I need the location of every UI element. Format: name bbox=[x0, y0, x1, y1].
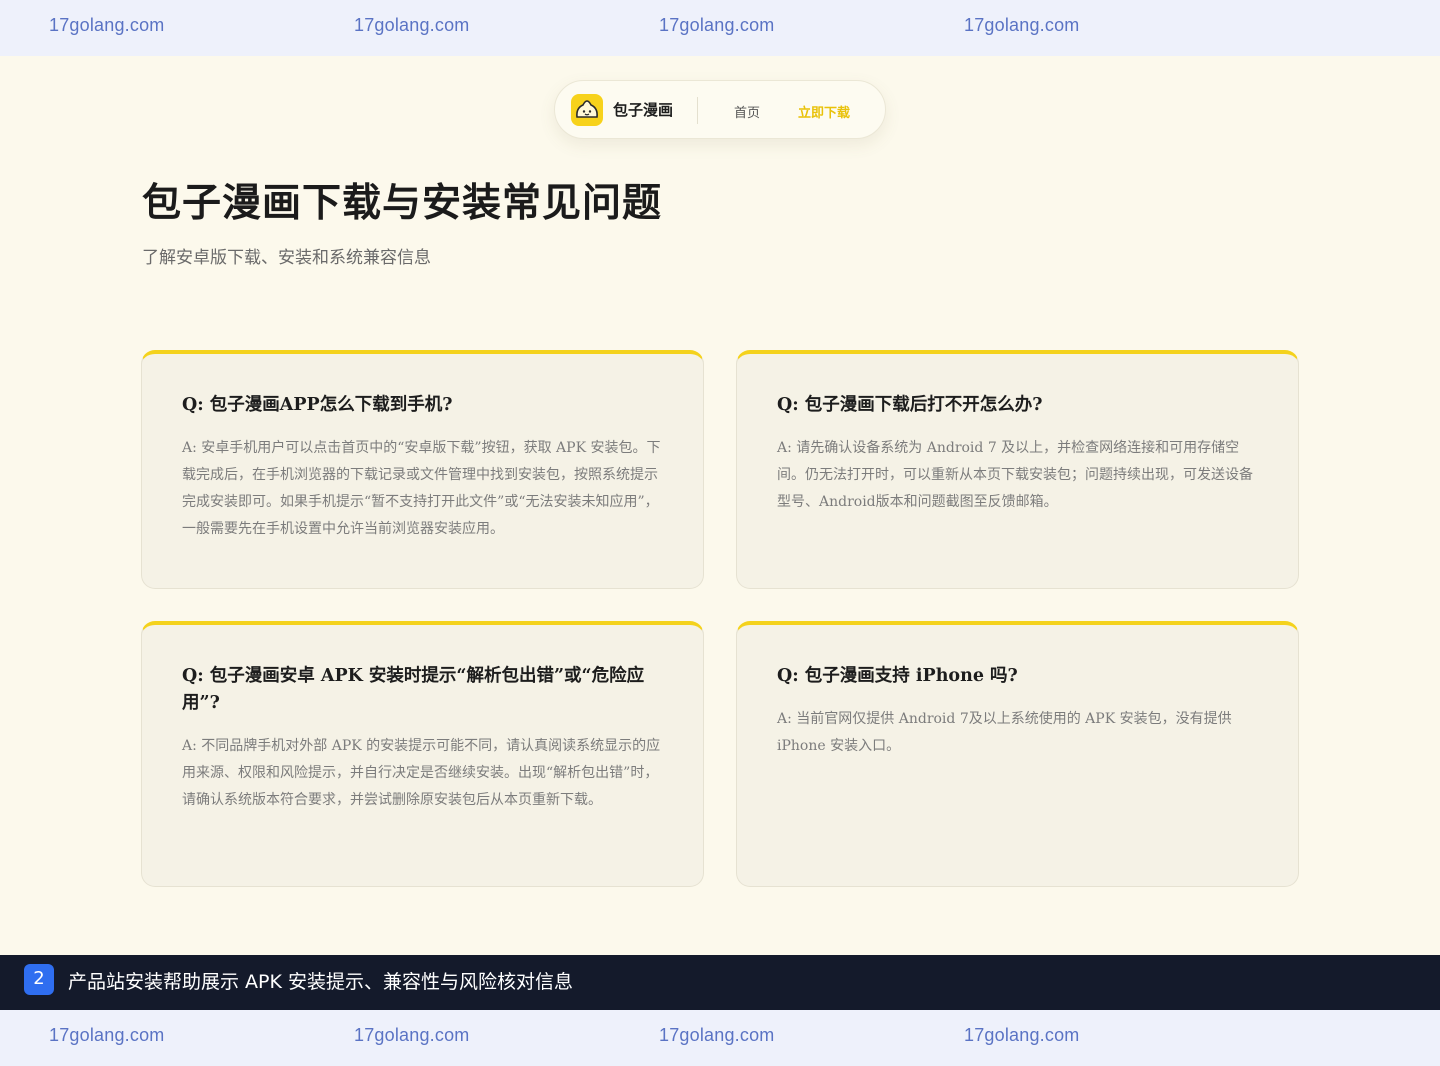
faq-question: Q: 包子漫画下载后打不开怎么办? bbox=[777, 395, 1043, 415]
faq-answer: A: 不同品牌手机对外部 APK 的安装提示可能不同，请认真阅读系统显示的应用来… bbox=[182, 738, 661, 808]
watermark-text: 17golang.com bbox=[354, 1025, 470, 1045]
watermark-strip-top: 17golang.com 17golang.com 17golang.com 1… bbox=[0, 0, 1440, 56]
bun-face-icon[interactable] bbox=[571, 94, 603, 126]
faq-question: Q: 包子漫画支持 iPhone 吗? bbox=[777, 666, 1018, 686]
watermark-text: 17golang.com bbox=[659, 15, 775, 35]
watermark-text: 17golang.com bbox=[354, 15, 470, 35]
top-nav: 包子漫画 首页 立即下载 bbox=[554, 80, 886, 139]
faq-card: Q: 包子漫画安卓 APK 安装时提示“解析包出错”或“危险应用”? A: 不同… bbox=[141, 621, 704, 887]
watermark-text: 17golang.com bbox=[49, 1025, 165, 1045]
faq-card: Q: 包子漫画下载后打不开怎么办? A: 请先确认设备系统为 Android 7… bbox=[736, 350, 1299, 589]
faq-question: Q: 包子漫画APP怎么下载到手机? bbox=[182, 395, 453, 415]
page-subtitle: 了解安卓版下载、安装和系统兼容信息 bbox=[142, 248, 431, 268]
caption-text: 产品站安装帮助展示 APK 安装提示、兼容性与风险核对信息 bbox=[68, 971, 573, 993]
step-badge: 2 bbox=[24, 964, 54, 995]
faq-answer: A: 当前官网仅提供 Android 7及以上系统使用的 APK 安装包，没有提… bbox=[777, 711, 1232, 754]
faq-card: Q: 包子漫画APP怎么下载到手机? A: 安卓手机用户可以点击首页中的“安卓版… bbox=[141, 350, 704, 589]
watermark-text: 17golang.com bbox=[659, 1025, 775, 1045]
faq-answer: A: 请先确认设备系统为 Android 7 及以上，并检查网络连接和可用存储空… bbox=[777, 440, 1253, 510]
faq-card: Q: 包子漫画支持 iPhone 吗? A: 当前官网仅提供 Android 7… bbox=[736, 621, 1299, 887]
caption-bar: 2 产品站安装帮助展示 APK 安装提示、兼容性与风险核对信息 bbox=[0, 955, 1440, 1010]
watermark-text: 17golang.com bbox=[964, 1025, 1080, 1045]
brand-name[interactable]: 包子漫画 bbox=[613, 99, 673, 120]
nav-download-link[interactable]: 立即下载 bbox=[798, 102, 850, 121]
watermark-text: 17golang.com bbox=[964, 15, 1080, 35]
watermark-strip-bottom: 17golang.com 17golang.com 17golang.com 1… bbox=[0, 1010, 1440, 1066]
page-title: 包子漫画下载与安装常见问题 bbox=[142, 181, 663, 226]
watermark-text: 17golang.com bbox=[49, 15, 165, 35]
nav-home-link[interactable]: 首页 bbox=[734, 102, 760, 121]
faq-answer: A: 安卓手机用户可以点击首页中的“安卓版下载”按钮，获取 APK 安装包。下载… bbox=[182, 440, 661, 537]
faq-question: Q: 包子漫画安卓 APK 安装时提示“解析包出错”或“危险应用”? bbox=[182, 666, 645, 713]
nav-divider bbox=[697, 97, 698, 124]
